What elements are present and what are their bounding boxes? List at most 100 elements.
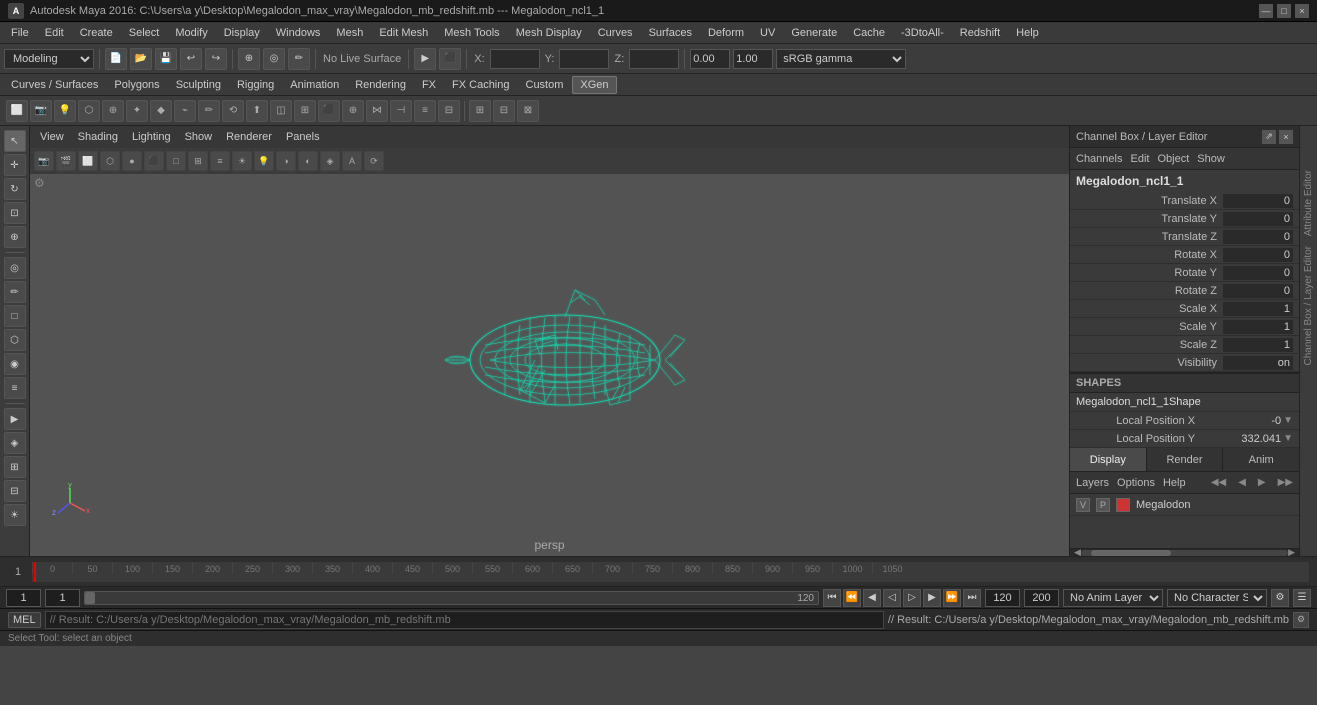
vp-dof[interactable]: ◈ [320,151,340,171]
menu-uv[interactable]: UV [753,25,782,41]
layers-menu-item[interactable]: Layers [1076,477,1109,489]
vp-select1[interactable]: ⬜ [78,151,98,171]
layer-arrow3[interactable]: ▶ [1258,477,1266,488]
channel-value-sy[interactable] [1223,320,1293,334]
node-editor[interactable]: ⊞ [4,456,26,478]
icon-extrude[interactable]: ⬆ [246,100,268,122]
scale-tool[interactable]: ⊡ [4,202,26,224]
menu2-animation[interactable]: Animation [283,77,346,93]
rotate-tool[interactable]: ↻ [4,178,26,200]
vp-menu-view[interactable]: View [34,129,70,145]
vp-aa[interactable]: A [342,151,362,171]
hyper-shade[interactable]: ◈ [4,432,26,454]
layer-arrow2[interactable]: ◀ [1238,477,1246,488]
layer-arrow4[interactable]: ▶▶ [1278,477,1293,488]
menu2-fx-caching[interactable]: FX Caching [445,77,516,93]
status-settings-btn[interactable]: ⚙ [1293,612,1309,628]
menu2-custom[interactable]: Custom [519,77,571,93]
render-view[interactable]: ▶ [4,408,26,430]
channel-value-ry[interactable] [1223,266,1293,280]
menu-select[interactable]: Select [122,25,167,41]
value1[interactable]: 0.00 [690,49,730,69]
strip-label-channel-box[interactable]: Channel Box / Layer Editor [1301,242,1316,370]
render2-btn[interactable]: ⬛ [439,48,461,70]
minimize-btn[interactable]: — [1259,4,1273,18]
color-space-dropdown[interactable]: sRGB gamma [776,49,906,69]
menu2-fx[interactable]: FX [415,77,443,93]
prev-key-btn[interactable]: ◀ [863,589,881,607]
open-btn[interactable]: 📂 [130,48,152,70]
menu-cache[interactable]: Cache [846,25,892,41]
scroll-right-btn[interactable]: ▶ [1288,547,1295,558]
snap-btn[interactable]: ◉ [4,353,26,375]
value2[interactable]: 1.00 [733,49,773,69]
tab-display[interactable]: Display [1070,448,1147,471]
vp-grid-btn[interactable]: ⊞ [188,151,208,171]
maximize-btn[interactable]: □ [1277,4,1291,18]
icon-mesh[interactable]: ⬡ [78,100,100,122]
options-menu-item[interactable]: Options [1117,477,1155,489]
icon-cam[interactable]: 📷 [30,100,52,122]
step-back-btn[interactable]: ⏪ [843,589,861,607]
icon-append[interactable]: ⊕ [342,100,364,122]
icon-cv[interactable]: ✦ [126,100,148,122]
layer-visibility-btn[interactable]: V [1076,498,1090,512]
undo-btn[interactable]: ↩ [180,48,202,70]
vp-menu-panels[interactable]: Panels [280,129,326,145]
language-indicator[interactable]: MEL [8,612,41,628]
new-btn[interactable]: 📄 [105,48,127,70]
xgen-btn[interactable]: ☀ [4,504,26,526]
max-frame-input[interactable] [985,589,1020,607]
menu-curves[interactable]: Curves [591,25,640,41]
strip-label-attr-editor[interactable]: Attribute Editor [1301,166,1316,240]
channel-value-sz[interactable] [1223,338,1293,352]
channel-value-tx[interactable] [1223,194,1293,208]
out-frame-input[interactable] [1024,589,1059,607]
vp-light2[interactable]: 💡 [254,151,274,171]
playhead[interactable] [34,562,36,582]
icon-layout3[interactable]: ⊠ [517,100,539,122]
icon-scene[interactable]: ⬜ [6,100,28,122]
channel-value-ty[interactable] [1223,212,1293,226]
icon-fill[interactable]: ⬛ [318,100,340,122]
panel-close-btn[interactable]: × [1279,130,1293,144]
vp-bounding-btn[interactable]: □ [166,151,186,171]
window-controls[interactable]: — □ × [1259,4,1309,18]
viewport-canvas[interactable] [30,174,1069,536]
next-key-btn[interactable]: ▶ [923,589,941,607]
menu-help[interactable]: Help [1009,25,1046,41]
menu2-sculpting[interactable]: Sculpting [169,77,228,93]
icon-offset[interactable]: ⊟ [438,100,460,122]
frame-range-bar[interactable]: 120 [84,591,819,605]
timeline-frame-range[interactable]: 0 50 100 150 200 250 300 350 400 450 500… [32,562,1309,582]
channels-menu-show[interactable]: Show [1197,153,1225,165]
component-btn[interactable]: □ [4,305,26,327]
layout-btn[interactable]: ≡ [4,377,26,399]
uv-editor[interactable]: ⊟ [4,480,26,502]
vp-flat-btn[interactable]: ⬛ [144,151,164,171]
vp-menu-show[interactable]: Show [179,129,219,145]
menu-mesh[interactable]: Mesh [329,25,370,41]
last-tool[interactable]: ⊕ [4,226,26,248]
move-tool[interactable]: ✛ [4,154,26,176]
menu-mesh-display[interactable]: Mesh Display [509,25,589,41]
tab-anim[interactable]: Anim [1223,448,1299,471]
menu-create[interactable]: Create [73,25,120,41]
channel-value-tz[interactable] [1223,230,1293,244]
menu-surfaces[interactable]: Surfaces [642,25,699,41]
icon-light[interactable]: 💡 [54,100,76,122]
vp-hud-btn[interactable]: ≡ [210,151,230,171]
vp-film-btn[interactable]: 🎬 [56,151,76,171]
vp-ao[interactable]: ◐ [298,151,318,171]
menu-modify[interactable]: Modify [168,25,214,41]
right-panel-scrollbar[interactable]: ◀ ▶ [1070,548,1299,556]
menu2-rendering[interactable]: Rendering [348,77,413,93]
channels-menu-channels[interactable]: Channels [1076,153,1122,165]
poly-btn[interactable]: ⬡ [4,329,26,351]
save-btn[interactable]: 💾 [155,48,177,70]
prev-frame-btn[interactable]: ◁ [883,589,901,607]
workspace-dropdown[interactable]: Modeling [4,49,94,69]
transform-x[interactable] [490,49,540,69]
vp-menu-shading[interactable]: Shading [72,129,124,145]
menu2-polygons[interactable]: Polygons [107,77,166,93]
